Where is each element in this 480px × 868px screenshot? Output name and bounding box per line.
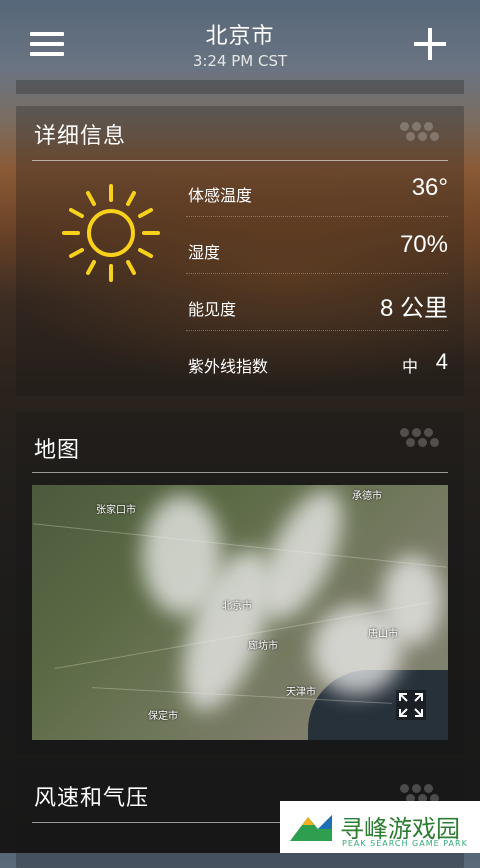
- drag-handle-icon[interactable]: [400, 428, 444, 450]
- city-name[interactable]: 北京市: [0, 18, 480, 50]
- details-list: 体感温度 36° 湿度 70% 能见度 8 公里 紫外线指数 中 4: [186, 160, 448, 387]
- map-card: 地图 张家口市 承德市 北京市 廊坊市 唐山市 天津市 保定市: [16, 412, 464, 754]
- app-header: 北京市 3:24 PM CST: [0, 0, 480, 80]
- weather-map[interactable]: 张家口市 承德市 北京市 廊坊市 唐山市 天津市 保定市: [32, 485, 448, 740]
- map-city-label: 廊坊市: [248, 641, 278, 652]
- feels-like-label: 体感温度: [188, 186, 253, 205]
- uv-level: 中: [401, 357, 418, 376]
- watermark: 寻峰游戏园 PEAK SEARCH GAME PARK: [280, 801, 480, 853]
- expand-map-icon[interactable]: [396, 690, 426, 720]
- humidity-label: 湿度: [188, 243, 221, 262]
- divider: [32, 472, 448, 473]
- mountain-logo-icon: [290, 815, 332, 841]
- map-city-label: 天津市: [286, 687, 316, 698]
- humidity-value: 70%: [399, 231, 448, 258]
- local-time: 3:24 PM CST: [192, 52, 288, 70]
- map-city-label: 保定市: [148, 711, 178, 722]
- watermark-subtitle: PEAK SEARCH GAME PARK: [342, 839, 468, 848]
- sun-icon: [62, 184, 160, 282]
- visibility-label: 能见度: [188, 300, 237, 319]
- drag-handle-icon[interactable]: [400, 122, 444, 144]
- uv-index-value: 4: [435, 349, 448, 374]
- visibility-row: 能见度 8 公里: [186, 274, 448, 331]
- feels-like-value: 36°: [411, 174, 448, 201]
- wind-title: 风速和气压: [34, 786, 150, 811]
- humidity-row: 湿度 70%: [186, 217, 448, 274]
- previous-card-edge: [16, 80, 464, 95]
- map-city-label: 唐山市: [368, 629, 398, 640]
- feels-like-row: 体感温度 36°: [186, 160, 448, 217]
- details-title: 详细信息: [34, 124, 127, 149]
- map-city-label: 承德市: [352, 491, 382, 502]
- uv-index-row: 紫外线指数 中 4: [186, 331, 448, 387]
- uv-index-label: 紫外线指数: [188, 357, 269, 376]
- add-location-icon[interactable]: [414, 28, 446, 60]
- details-card: 详细信息 体感温度 36° 湿度 70% 能见度 8 公里 紫外线指数 中 4: [16, 106, 464, 396]
- map-city-label: 张家口市: [96, 505, 136, 516]
- map-title: 地图: [34, 438, 81, 463]
- visibility-value: 8 公里: [379, 295, 448, 322]
- map-city-label: 北京市: [222, 601, 252, 612]
